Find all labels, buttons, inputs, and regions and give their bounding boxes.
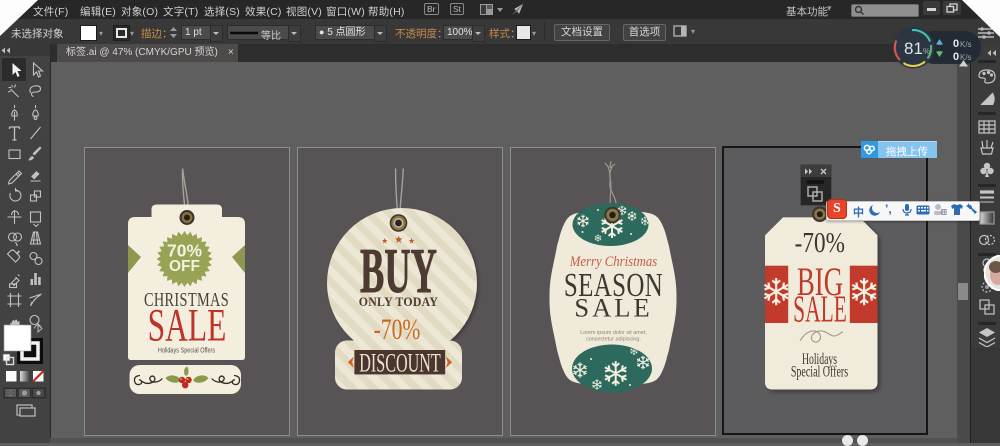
svg-text:Holidays Special Offers: Holidays Special Offers	[158, 347, 215, 355]
svg-text:Lorem ipsum dolor sit amet,: Lorem ipsum dolor sit amet,	[580, 330, 647, 336]
svg-text:SALE: SALE	[574, 293, 652, 323]
svg-text:81: 81	[904, 39, 923, 58]
svg-text:10: 10	[942, 210, 947, 216]
svg-text:SALE: SALE	[793, 288, 847, 330]
svg-text:Special Offers: Special Offers	[791, 362, 848, 380]
svg-text:OFF: OFF	[169, 258, 200, 275]
svg-text:K/s: K/s	[960, 40, 972, 49]
svg-text:%: %	[923, 47, 930, 56]
svg-text:-70%: -70%	[795, 227, 845, 259]
svg-text:ONLY TODAY: ONLY TODAY	[359, 294, 438, 308]
svg-text:0: 0	[953, 38, 959, 50]
svg-text:-70%: -70%	[374, 313, 421, 346]
svg-text:DISCOUNT: DISCOUNT	[359, 349, 440, 378]
svg-text:consectetur adipiscing.: consectetur adipiscing.	[586, 337, 641, 343]
svg-text:SALE: SALE	[148, 298, 227, 351]
